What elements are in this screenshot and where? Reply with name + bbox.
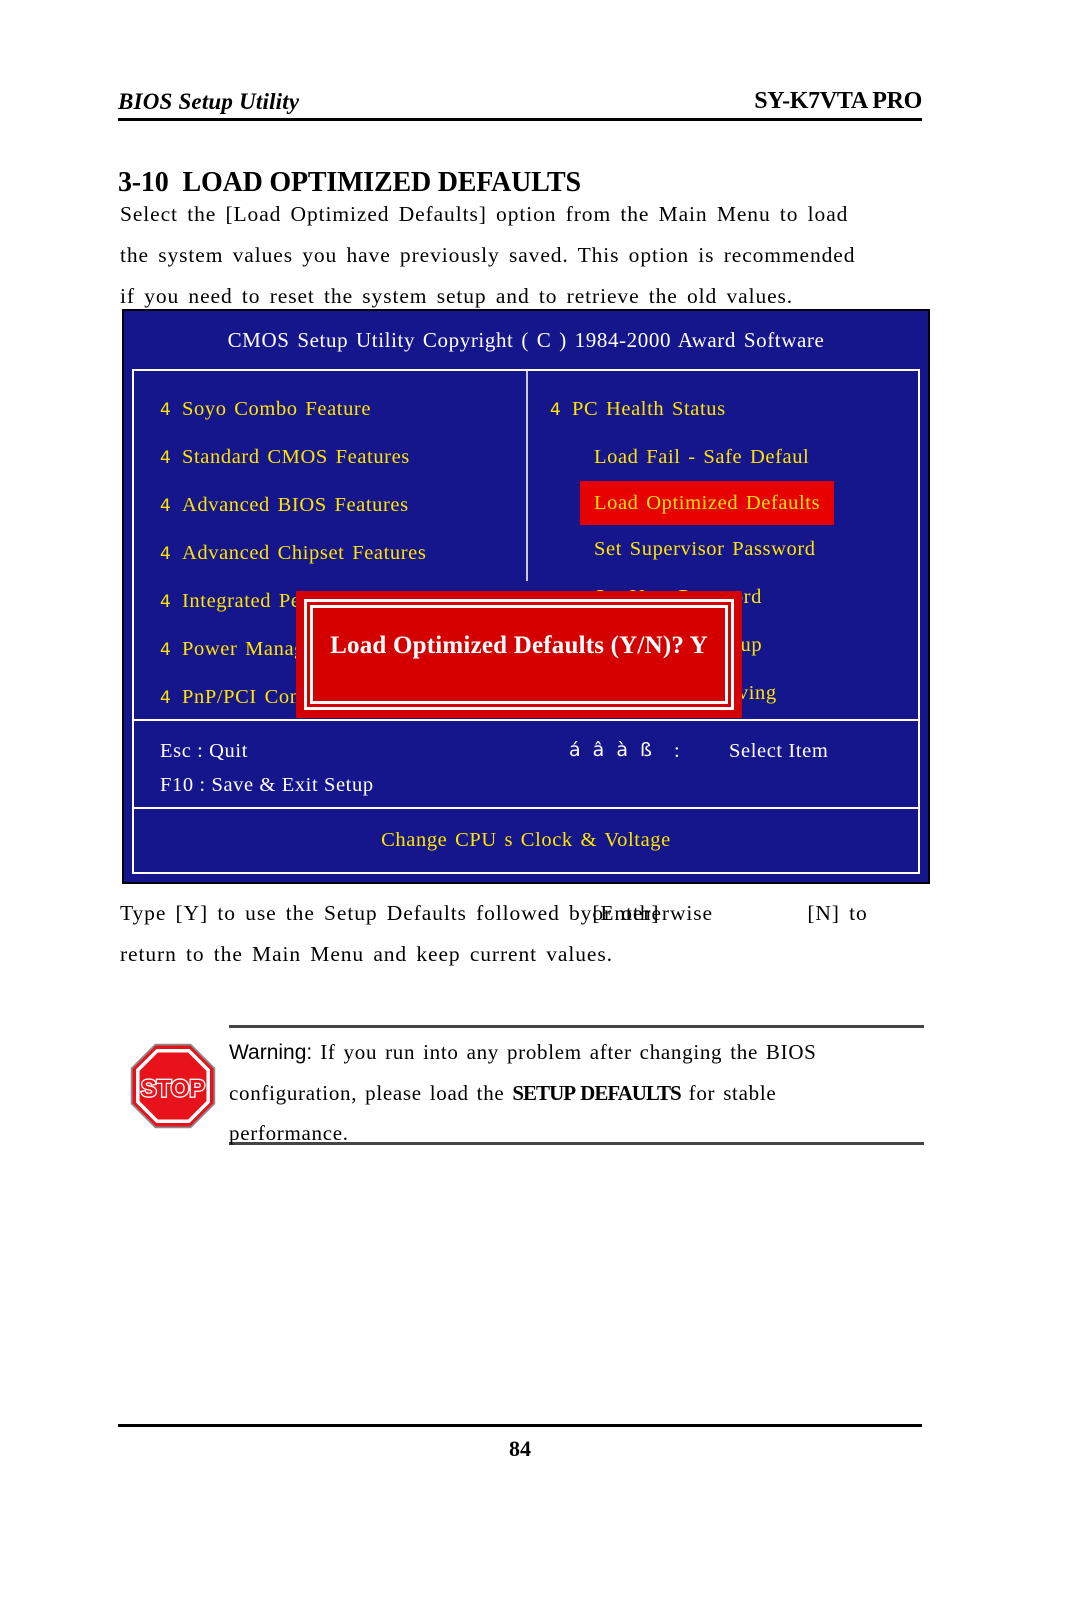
type-line-1: Type [Y] to use the Setup Defaults follo… [120, 893, 868, 934]
intro-line-1: Select the [Load Optimized Defaults] opt… [120, 202, 849, 226]
menu-bullet-icon: 4 [160, 544, 172, 564]
warning-label: Warning: [229, 1041, 313, 1064]
menu-item-soyo-combo-feature[interactable]: 4 Soyo Combo Feature [160, 385, 526, 433]
header-document-title: BIOS Setup Utility [118, 89, 300, 114]
stop-sign-icon: STOP [130, 1043, 216, 1129]
warning-callout: STOP Warning: If you run into any proble… [129, 1010, 924, 1145]
menu-item-standard-cmos-features[interactable]: 4 Standard CMOS Features [160, 433, 526, 481]
menu-item-label: Load Fail - Safe Defaul [594, 446, 810, 468]
bios-help-bar: Esc : Quit F10 : Save & Exit Setup á â à… [134, 719, 918, 807]
footer-rule [118, 1424, 922, 1427]
menu-bullet-icon: 4 [160, 400, 172, 420]
warning-setup-defaults-emphasis: SETUP DEFAULTS [512, 1081, 681, 1105]
warning-line-3: performance. [229, 1121, 349, 1145]
warning-rule-top [229, 1025, 924, 1028]
menu-item-advanced-bios-features[interactable]: 4 Advanced BIOS Features [160, 481, 526, 529]
stop-sign-label: STOP [141, 1076, 205, 1103]
bios-hint-bar: Change CPU s Clock & Voltage [134, 807, 918, 872]
warning-text: Warning: If you run into any problem aft… [229, 1032, 929, 1153]
menu-item-label: PC Health Status [572, 398, 726, 420]
menu-item-label: Advanced BIOS Features [182, 494, 409, 516]
header-model-name: SY-K7VTA PRO [754, 88, 922, 114]
warning-line-1: If you run into any problem after changi… [320, 1040, 817, 1064]
type-line-1-end: [N] to [807, 901, 868, 925]
intro-line-2: the system values you have previously sa… [120, 243, 856, 267]
menu-item-label: Set Supervisor Password [594, 538, 816, 560]
menu-item-label: Advanced Chipset Features [182, 542, 427, 564]
menu-bullet-icon: 4 [160, 496, 172, 516]
help-f10-save-exit: F10 : Save & Exit Setup [160, 774, 374, 796]
confirm-dialog[interactable]: Load Optimized Defaults (Y/N)? Y [296, 591, 742, 718]
dialog-prompt-text: Load Optimized Defaults (Y/N)? Y [330, 632, 708, 659]
menu-bullet-icon: 4 [160, 688, 172, 708]
type-line-1-start: Type [Y] to use the Setup Defaults follo… [120, 901, 593, 925]
arrow-keys-icon: á â à ß [569, 739, 656, 761]
menu-bullet-icon: 4 [160, 592, 172, 612]
help-esc-quit: Esc : Quit [160, 740, 248, 762]
help-separator: : [674, 740, 681, 762]
menu-item-label: Load Optimized Defaults [594, 492, 821, 514]
menu-item-load-optimized-defaults[interactable]: Load Optimized Defaults [580, 481, 835, 525]
intro-paragraph: Select the [Load Optimized Defaults] opt… [120, 194, 855, 317]
menu-bullet-icon: 4 [160, 640, 172, 660]
menu-item-load-fail-safe-defaults[interactable]: Load Fail - Safe Defaul [550, 433, 918, 481]
warning-line-2-before: configuration, please load the [229, 1081, 513, 1105]
menu-item-pc-health-status[interactable]: 4 PC Health Status [550, 385, 918, 433]
help-select-item: Select Item [729, 740, 829, 762]
type-instruction-paragraph: Type [Y] to use the Setup Defaults follo… [120, 893, 868, 975]
menu-item-advanced-chipset-features[interactable]: 4 Advanced Chipset Features [160, 529, 526, 577]
type-line-2: return to the Main Menu and keep current… [120, 942, 613, 966]
menu-item-set-supervisor-password[interactable]: Set Supervisor Password [550, 525, 918, 573]
menu-item-label: Soyo Combo Feature [182, 398, 372, 420]
menu-bullet-icon: 4 [160, 448, 172, 468]
warning-line-2-after: for stable [680, 1081, 777, 1105]
page-number: 84 [509, 1436, 531, 1461]
bios-title-bar: CMOS Setup Utility Copyright ( C ) 1984-… [227, 327, 825, 352]
type-overlap-otherwise: or otherwise [592, 901, 713, 925]
page-header: BIOS Setup Utility SY-K7VTA PRO [118, 78, 922, 121]
menu-bullet-icon: 4 [550, 400, 562, 420]
menu-item-label: Standard CMOS Features [182, 446, 410, 468]
